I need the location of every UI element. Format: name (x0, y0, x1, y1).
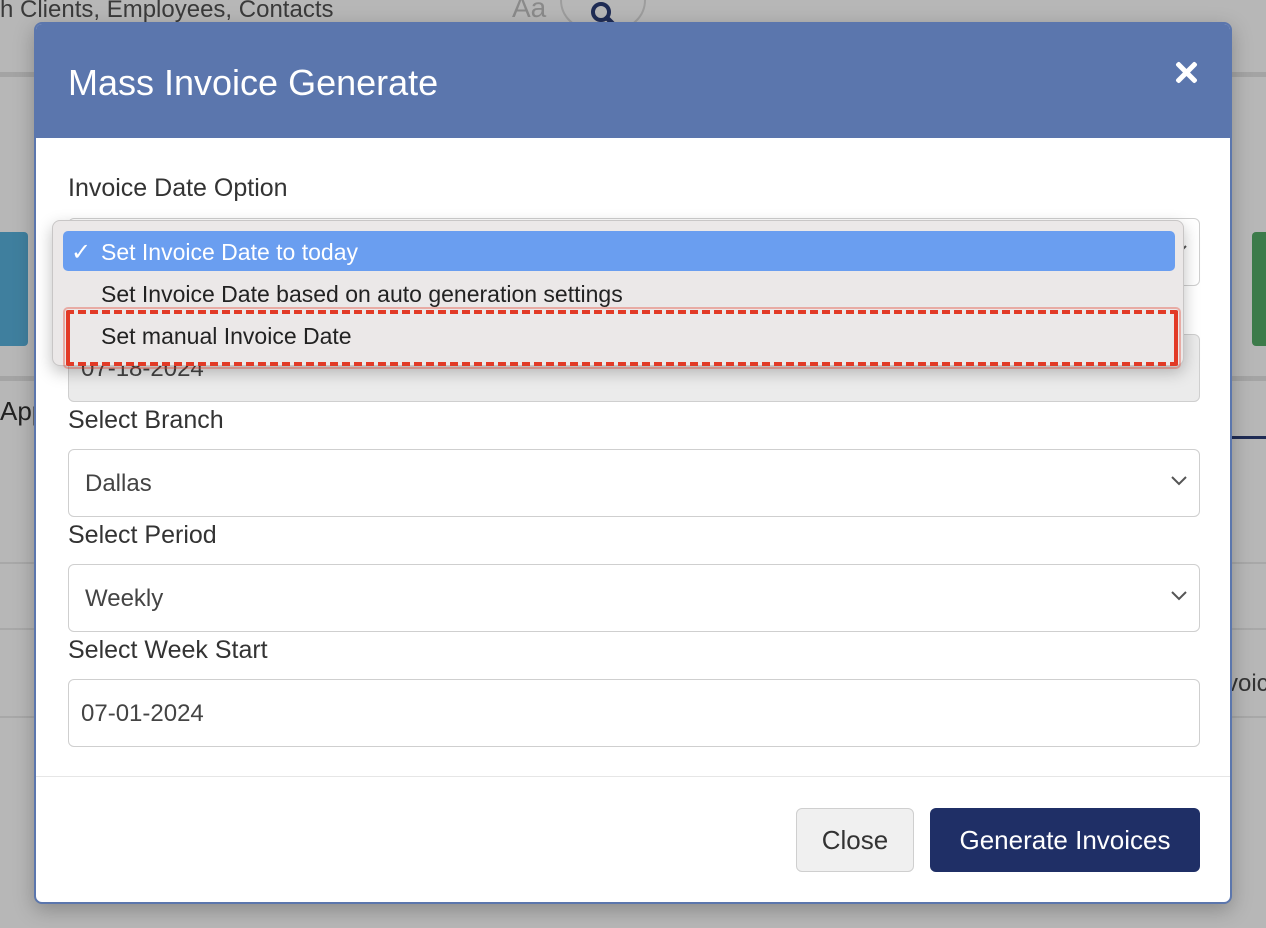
dropdown-option-today[interactable]: ✓ Set Invoice Date to today (63, 231, 1175, 271)
background-column-label: voic (1226, 670, 1266, 697)
background-green-card (1252, 232, 1266, 346)
invoice-date-option-label: Invoice Date Option (68, 174, 288, 202)
dropdown-option-auto-generation[interactable]: Set Invoice Date based on auto generatio… (63, 273, 1175, 313)
branch-select[interactable]: Dallas (68, 449, 1200, 517)
footer-divider (36, 776, 1230, 777)
background-blue-card (0, 232, 28, 346)
annotation-highlight (63, 307, 1181, 369)
close-icon[interactable] (1174, 60, 1198, 84)
checkmark-icon: ✓ (71, 239, 92, 266)
week-start-input[interactable]: 07-01-2024 (68, 679, 1200, 747)
background-font-toggle: Aa (512, 0, 547, 23)
period-select[interactable]: Weekly (68, 564, 1200, 632)
background-search-input: h Clients, Employees, Contacts (0, 0, 334, 23)
background-tab-underline (1230, 436, 1266, 439)
period-label: Select Period (68, 521, 217, 549)
modal-header: Mass Invoice Generate (36, 24, 1230, 138)
dropdown-option-label: Set Invoice Date to today (101, 239, 358, 265)
period-value: Weekly (85, 585, 164, 612)
mass-invoice-modal: Mass Invoice Generate Invoice Date Optio… (34, 22, 1232, 904)
close-button[interactable]: Close (796, 808, 914, 872)
dropdown-option-label: Set Invoice Date based on auto generatio… (101, 281, 623, 307)
generate-invoices-button[interactable]: Generate Invoices (930, 808, 1200, 872)
chevron-down-icon (1171, 591, 1187, 601)
modal-title: Mass Invoice Generate (68, 62, 439, 103)
branch-label: Select Branch (68, 406, 224, 434)
chevron-down-icon (1171, 476, 1187, 486)
week-start-value: 07-01-2024 (81, 700, 204, 727)
branch-value: Dallas (85, 470, 152, 497)
week-start-label: Select Week Start (68, 636, 268, 664)
